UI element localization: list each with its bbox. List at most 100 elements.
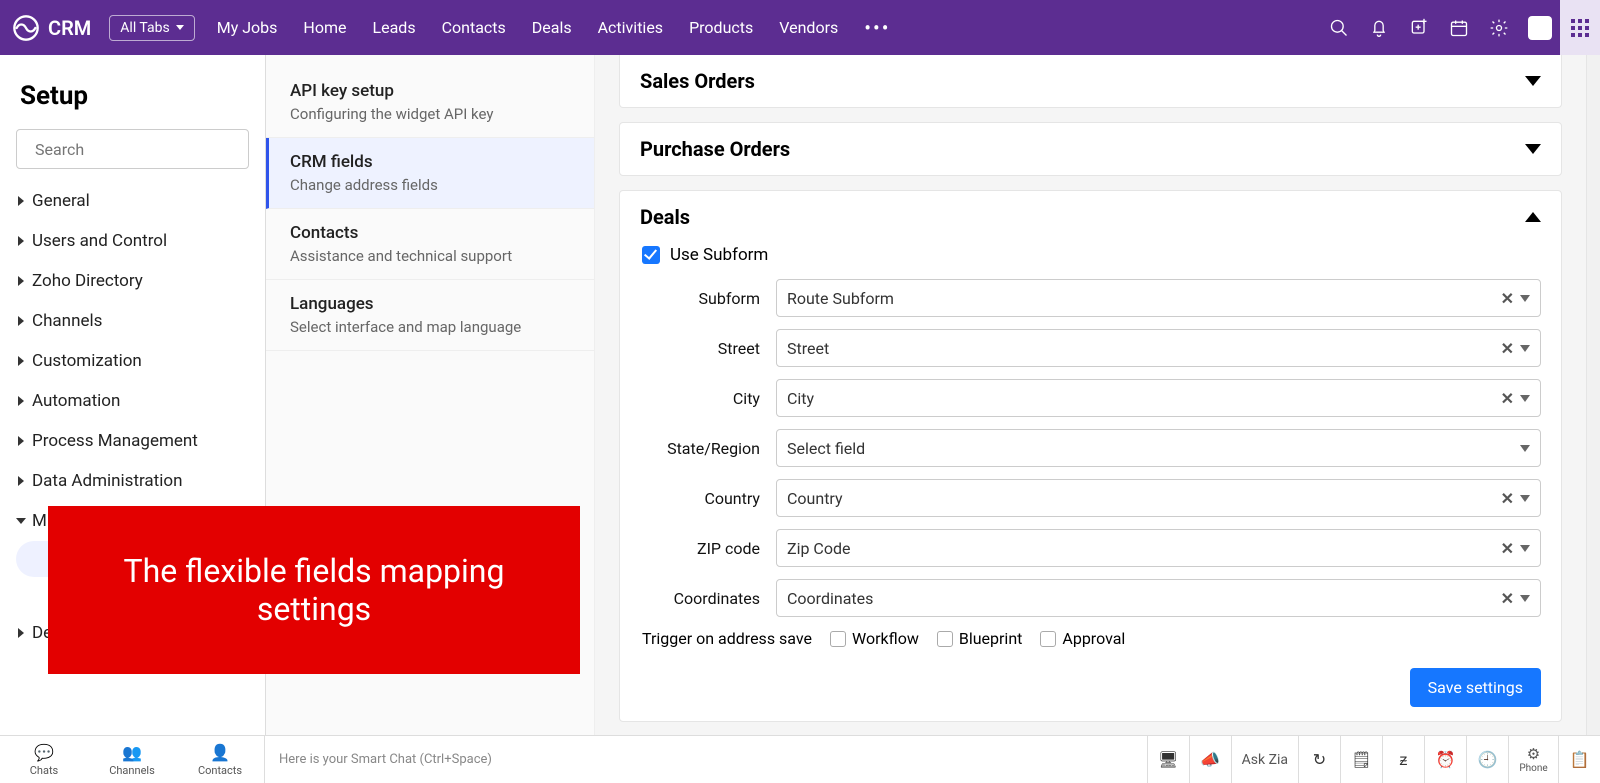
select-zip[interactable]: Zip Code ✕ (776, 529, 1541, 567)
brand-logo-icon[interactable] (12, 14, 40, 42)
tree-label: Automation (32, 391, 120, 411)
contacts-icon: 👤 (176, 743, 264, 762)
bb-note-icon[interactable]: 🗒 (1340, 736, 1382, 783)
save-settings-button[interactable]: Save settings (1410, 668, 1541, 707)
tree-zoho-directory[interactable]: Zoho Directory (16, 261, 249, 301)
tree-channels[interactable]: Channels (16, 301, 249, 341)
gear-icon[interactable] (1488, 17, 1510, 39)
bb-lang-icon[interactable]: ᵶ (1382, 736, 1424, 783)
nav-activities[interactable]: Activities (598, 18, 663, 37)
bb-tab-chats[interactable]: 💬 Chats (0, 743, 88, 777)
bb-phone[interactable]: ⚙Phone (1508, 736, 1558, 783)
subnav-crm-fields[interactable]: CRM fields Change address fields (266, 138, 594, 209)
bb-screen-icon[interactable]: 🖥 (1147, 736, 1189, 783)
select-city[interactable]: City✕ (776, 379, 1541, 417)
use-subform-checkbox[interactable]: Use Subform (642, 245, 1541, 265)
apps-grid-icon[interactable] (1560, 0, 1600, 55)
nav-contacts[interactable]: Contacts (442, 18, 506, 37)
chevron-down-icon (1520, 445, 1530, 452)
nav-more-icon[interactable]: ••• (864, 16, 890, 40)
clear-icon[interactable]: ✕ (1501, 539, 1514, 558)
select-state[interactable]: Select field (776, 429, 1541, 467)
nav-products[interactable]: Products (689, 18, 753, 37)
chevron-down-icon (1520, 545, 1530, 552)
trigger-workflow[interactable]: Workflow (830, 629, 919, 648)
chevron-up-icon (1525, 212, 1541, 222)
select-coordinates[interactable]: Coordinates✕ (776, 579, 1541, 617)
nav-leads[interactable]: Leads (372, 18, 415, 37)
trigger-opt-label: Workflow (852, 629, 919, 648)
setup-search-input[interactable] (35, 140, 238, 159)
subnav-title: API key setup (290, 81, 570, 101)
bb-history-icon[interactable]: 🕘 (1466, 736, 1508, 783)
subnav-desc: Assistance and technical support (290, 247, 570, 265)
user-avatar[interactable] (1528, 16, 1552, 40)
clear-icon[interactable]: ✕ (1501, 339, 1514, 358)
select-value: Route Subform (787, 289, 894, 308)
clear-icon[interactable]: ✕ (1501, 289, 1514, 308)
bb-phone-label: Phone (1509, 763, 1558, 774)
select-subform[interactable]: Route Subform ✕ (776, 279, 1541, 317)
tree-label: Zoho Directory (32, 271, 143, 291)
clear-icon[interactable]: ✕ (1501, 589, 1514, 608)
smart-chat-input[interactable]: Here is your Smart Chat (Ctrl+Space) (264, 736, 1147, 783)
bb-ask-zia[interactable]: Ask Zia (1231, 736, 1298, 783)
bb-tab-channels[interactable]: 👥Channels (88, 743, 176, 777)
nav-vendors[interactable]: Vendors (779, 18, 838, 37)
tree-users-control[interactable]: Users and Control (16, 221, 249, 261)
subnav-title: CRM fields (290, 152, 570, 172)
caret-icon (18, 196, 24, 206)
select-country[interactable]: Country✕ (776, 479, 1541, 517)
subnav-contacts[interactable]: Contacts Assistance and technical suppor… (266, 209, 594, 280)
all-tabs-dropdown[interactable]: All Tabs (109, 15, 194, 41)
select-street[interactable]: Street✕ (776, 329, 1541, 367)
tree-label: M (32, 511, 47, 531)
panel-sales-orders[interactable]: Sales Orders (619, 55, 1562, 108)
add-icon[interactable] (1408, 17, 1430, 39)
trigger-blueprint[interactable]: Blueprint (937, 629, 1023, 648)
chevron-down-icon (1520, 345, 1530, 352)
setup-search[interactable] (16, 129, 249, 169)
scrollbar[interactable] (1586, 55, 1600, 735)
checkbox-icon (1040, 631, 1056, 647)
field-label-coordinates: Coordinates (640, 589, 760, 608)
bb-announce-icon[interactable]: 📣 (1189, 736, 1231, 783)
nav-home[interactable]: Home (303, 18, 346, 37)
panel-title: Sales Orders (640, 69, 755, 93)
chevron-down-icon (1520, 295, 1530, 302)
caret-icon (18, 436, 24, 446)
use-subform-label: Use Subform (670, 245, 768, 265)
trigger-opt-label: Approval (1062, 629, 1125, 648)
bell-icon[interactable] (1368, 17, 1390, 39)
nav-deals[interactable]: Deals (532, 18, 572, 37)
panel-purchase-orders[interactable]: Purchase Orders (619, 122, 1562, 176)
field-label-country: Country (640, 489, 760, 508)
bb-clipboard-icon[interactable]: 📋 (1558, 736, 1600, 783)
panel-deals-header[interactable]: Deals (640, 205, 1541, 229)
tree-customization[interactable]: Customization (16, 341, 249, 381)
tree-data-administration[interactable]: Data Administration (16, 461, 249, 501)
search-icon[interactable] (1328, 17, 1350, 39)
subnav-languages[interactable]: Languages Select interface and map langu… (266, 280, 594, 351)
panel-title: Purchase Orders (640, 137, 790, 161)
tree-automation[interactable]: Automation (16, 381, 249, 421)
calendar-icon[interactable] (1448, 17, 1470, 39)
field-label-zip: ZIP code (640, 539, 760, 558)
bb-refresh-icon[interactable]: ↻ (1298, 736, 1340, 783)
field-label-state: State/Region (640, 439, 760, 458)
tree-label: Channels (32, 311, 102, 331)
tree-general[interactable]: General (16, 181, 249, 221)
select-value: Zip Code (787, 539, 850, 558)
clear-icon[interactable]: ✕ (1501, 489, 1514, 508)
trigger-approval[interactable]: Approval (1040, 629, 1125, 648)
bb-alarm-icon[interactable]: ⏰ (1424, 736, 1466, 783)
caret-icon (18, 628, 24, 638)
caret-icon (18, 396, 24, 406)
bb-tab-label: Chats (0, 764, 88, 777)
chat-icon: 💬 (0, 743, 88, 762)
clear-icon[interactable]: ✕ (1501, 389, 1514, 408)
nav-my-jobs[interactable]: My Jobs (217, 18, 278, 37)
subnav-api-key[interactable]: API key setup Configuring the widget API… (266, 67, 594, 138)
bb-tab-contacts[interactable]: 👤Contacts (176, 743, 264, 777)
tree-process-management[interactable]: Process Management (16, 421, 249, 461)
